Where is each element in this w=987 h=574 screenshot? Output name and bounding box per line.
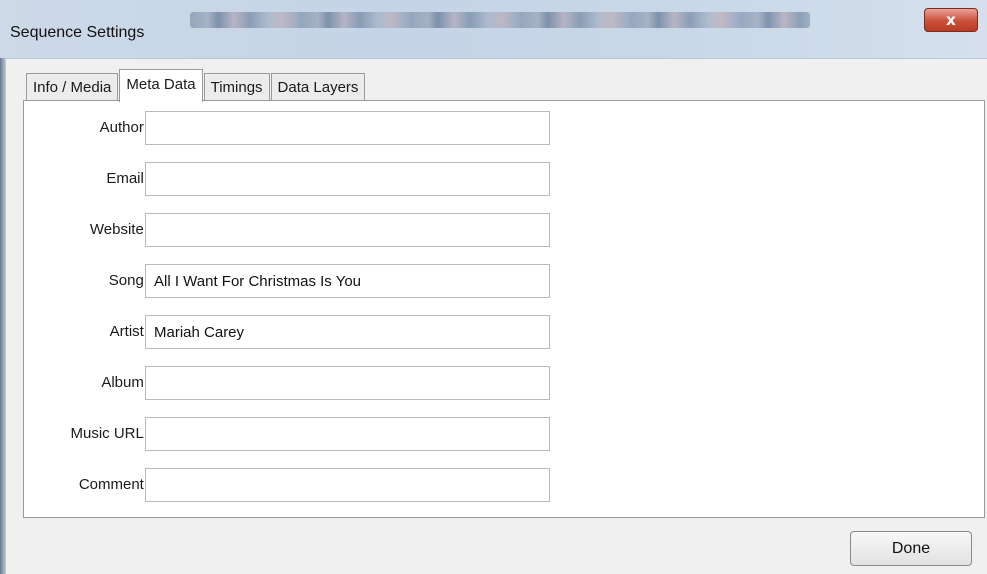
comment-row: Comment: bbox=[24, 468, 584, 502]
artist-row: Artist: bbox=[24, 315, 584, 349]
website-field[interactable] bbox=[145, 213, 550, 247]
meta-data-panel: Author: Email: Website: Song: Artist: Al… bbox=[23, 100, 985, 518]
window-title: Sequence Settings bbox=[10, 24, 145, 41]
title-bar-background bbox=[190, 12, 810, 28]
done-button[interactable]: Done bbox=[850, 531, 972, 566]
artist-label: Artist: bbox=[109, 323, 148, 340]
website-label: Website: bbox=[89, 221, 148, 238]
comment-field[interactable] bbox=[145, 468, 550, 502]
tab-info-media[interactable]: Info / Media bbox=[26, 73, 119, 101]
song-field[interactable] bbox=[145, 264, 550, 298]
tab-meta-data[interactable]: Meta Data bbox=[119, 69, 203, 102]
tab-data-layers[interactable]: Data Layers bbox=[270, 73, 366, 101]
author-row: Author: bbox=[24, 111, 584, 145]
sequence-settings-window: Sequence Settings x Info / Media Meta Da… bbox=[0, 0, 987, 574]
album-row: Album: bbox=[24, 366, 584, 400]
album-field[interactable] bbox=[145, 366, 550, 400]
close-icon: x bbox=[946, 11, 956, 29]
music-url-row: Music URL: bbox=[24, 417, 584, 451]
tab-timings[interactable]: Timings bbox=[203, 73, 270, 101]
email-field[interactable] bbox=[145, 162, 550, 196]
email-row: Email: bbox=[24, 162, 584, 196]
author-field[interactable] bbox=[145, 111, 550, 145]
music-url-field[interactable] bbox=[145, 417, 550, 451]
email-label: Email: bbox=[106, 170, 148, 187]
music-url-label: Music URL: bbox=[70, 425, 148, 442]
comment-label: Comment: bbox=[78, 476, 148, 493]
close-button[interactable]: x bbox=[924, 8, 978, 32]
artist-field[interactable] bbox=[145, 315, 550, 349]
title-bar: Sequence Settings x bbox=[0, 0, 987, 59]
album-label: Album: bbox=[101, 374, 148, 391]
song-label: Song: bbox=[108, 272, 148, 289]
song-row: Song: bbox=[24, 264, 584, 298]
author-label: Author: bbox=[99, 119, 148, 136]
website-row: Website: bbox=[24, 213, 584, 247]
window-edge bbox=[0, 58, 6, 574]
tab-strip: Info / Media Meta Data Timings Data Laye… bbox=[26, 68, 366, 102]
